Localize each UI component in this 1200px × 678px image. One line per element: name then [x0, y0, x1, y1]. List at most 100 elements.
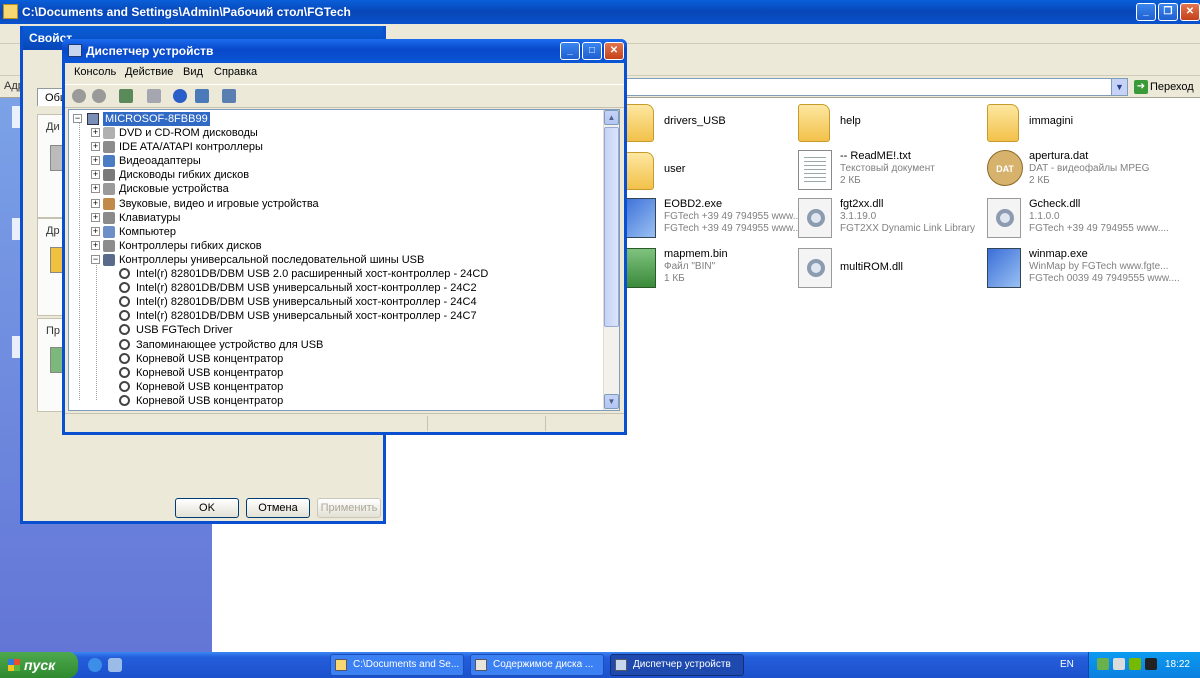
menu-help[interactable]: Справка — [214, 66, 257, 78]
devmgr-toolbar — [65, 84, 624, 108]
properties-icon[interactable] — [195, 89, 209, 103]
menu-view[interactable]: Вид — [183, 66, 203, 78]
nvidia-icon[interactable] — [1129, 658, 1141, 670]
task-label: Содержимое диска ... — [493, 659, 594, 670]
file-item[interactable]: user — [622, 148, 808, 194]
file-name: Gcheck.dll — [1029, 198, 1081, 210]
collapse-icon[interactable]: − — [73, 114, 82, 123]
expand-icon[interactable]: + — [91, 156, 100, 166]
expand-icon[interactable]: + — [91, 212, 100, 222]
cancel-button[interactable]: Отмена — [246, 498, 310, 518]
show-desktop-icon[interactable] — [108, 658, 122, 672]
devmgr-window-controls: _ □ ✕ — [560, 42, 624, 60]
usb-icon — [119, 352, 130, 364]
apply-button[interactable]: Применить — [317, 498, 381, 518]
device-category-icon — [103, 211, 115, 224]
close-button[interactable]: ✕ — [604, 42, 624, 60]
expand-icon[interactable]: + — [91, 142, 100, 152]
file-name: -- ReadME!.txt — [840, 150, 911, 162]
file-item[interactable]: immagini — [987, 100, 1173, 146]
expand-icon[interactable]: + — [91, 226, 100, 236]
file-name: multiROM.dll — [840, 261, 903, 273]
file-detail: FGT2XX Dynamic Link Library — [840, 223, 976, 234]
dll-icon — [987, 198, 1021, 238]
vertical-scrollbar[interactable]: ▲ ▼ — [603, 110, 619, 410]
devmgr-menubar: Консоль Действие Вид Справка — [65, 63, 624, 83]
group-label: Др — [46, 225, 60, 237]
device-category-icon — [103, 141, 115, 154]
expand-icon[interactable]: + — [91, 128, 100, 137]
explorer-titlebar[interactable]: C:\Documents and Settings\Admin\Рабочий … — [0, 0, 1200, 24]
file-item[interactable]: DAT apertura.dat DAT - видеофайлы MPEG 2 КБ — [987, 148, 1173, 194]
internet-explorer-icon[interactable] — [88, 658, 102, 672]
computer-icon — [615, 659, 627, 671]
file-item[interactable]: mapmem.bin Файл "BIN" 1 КБ — [622, 246, 808, 292]
file-type: Текстовый документ — [840, 163, 935, 174]
explorer-title: C:\Documents and Settings\Admin\Рабочий … — [22, 5, 351, 19]
file-item[interactable]: EOBD2.exe FGTech +39 49 794955 www.... FGT… — [622, 196, 808, 242]
usb-icon — [119, 282, 130, 294]
language-indicator[interactable]: EN — [1060, 652, 1074, 678]
computer-icon — [87, 113, 99, 125]
chevron-down-icon[interactable]: ▼ — [1111, 79, 1127, 95]
minimize-button[interactable]: _ — [1136, 3, 1156, 21]
start-button[interactable]: пуск — [0, 652, 78, 678]
scroll-up-icon[interactable]: ▲ — [604, 110, 619, 125]
usb-icon — [119, 324, 130, 336]
file-item[interactable]: multiROM.dll — [798, 246, 984, 292]
maximize-button[interactable]: ❐ — [1158, 3, 1178, 21]
scroll-down-icon[interactable]: ▼ — [604, 394, 619, 409]
file-item[interactable]: Gcheck.dll 1.1.0.0 FGTech +39 49 794955 ww… — [987, 196, 1173, 242]
file-name: help — [840, 115, 861, 127]
forward-icon[interactable] — [92, 89, 106, 103]
expand-icon[interactable]: + — [91, 184, 100, 194]
usb-icon — [119, 338, 130, 350]
file-detail: 1 КБ — [664, 273, 685, 284]
show-hide-tree-icon[interactable] — [119, 89, 133, 103]
task-device-manager[interactable]: Диспетчер устройств — [610, 654, 744, 676]
scan-hardware-icon[interactable] — [222, 89, 236, 103]
file-item[interactable]: help — [798, 100, 984, 146]
file-item[interactable]: drivers_USB — [622, 100, 808, 146]
ok-button[interactable]: OK — [175, 498, 239, 518]
go-button[interactable]: ➜ Переход — [1132, 78, 1196, 96]
device-manager-window: Диспетчер устройств _ □ ✕ Консоль Действ… — [62, 39, 627, 435]
file-name: user — [664, 163, 686, 175]
category-label: Звуковые, видео и игровые устройства — [119, 197, 319, 210]
file-name: fgt2xx.dll — [840, 198, 884, 210]
file-type: 3.1.19.0 — [840, 211, 877, 222]
print-icon[interactable] — [147, 89, 161, 103]
windows-logo-icon — [8, 659, 20, 671]
menu-console[interactable]: Консоль — [74, 66, 116, 78]
usb-device-label: Корневой USB концентратор — [136, 366, 284, 379]
close-button[interactable]: ✕ — [1180, 3, 1200, 21]
security-icon[interactable] — [1145, 658, 1157, 670]
device-category-icon — [103, 239, 115, 252]
expand-icon[interactable]: + — [91, 198, 100, 208]
menu-action[interactable]: Действие — [125, 66, 173, 78]
file-item[interactable]: -- ReadME!.txt Текстовый документ 2 КБ — [798, 148, 984, 194]
category-label: Клавиатуры — [119, 211, 181, 224]
usb-icon — [119, 394, 130, 406]
device-manager-titlebar[interactable]: Диспетчер устройств _ □ ✕ — [62, 39, 627, 63]
file-detail: FGTech +39 49 794955 www.... — [664, 223, 804, 234]
task-explorer[interactable]: C:\Documents and Se... — [330, 654, 464, 676]
file-item[interactable]: fgt2xx.dll 3.1.19.0 FGT2XX Dynamic Link Li… — [798, 196, 984, 242]
folder-icon — [3, 4, 18, 19]
expand-icon[interactable]: + — [91, 240, 100, 250]
file-type: DAT - видеофайлы MPEG — [1029, 163, 1150, 174]
start-label: пуск — [24, 657, 56, 673]
file-detail: 2 КБ — [840, 175, 861, 186]
scroll-thumb[interactable] — [604, 127, 619, 327]
file-item[interactable]: winmap.exe WinMap by FGTech www.fgte... FG… — [987, 246, 1180, 292]
back-icon[interactable] — [72, 89, 86, 103]
folder-icon — [335, 659, 347, 671]
volume-icon[interactable] — [1113, 658, 1125, 670]
maximize-button[interactable]: □ — [582, 42, 602, 60]
expand-icon[interactable]: + — [91, 170, 100, 180]
network-icon[interactable] — [1097, 658, 1109, 670]
collapse-icon[interactable]: − — [91, 254, 100, 264]
task-disk-contents[interactable]: Содержимое диска ... — [470, 654, 604, 676]
minimize-button[interactable]: _ — [560, 42, 580, 60]
help-icon[interactable] — [173, 89, 187, 103]
